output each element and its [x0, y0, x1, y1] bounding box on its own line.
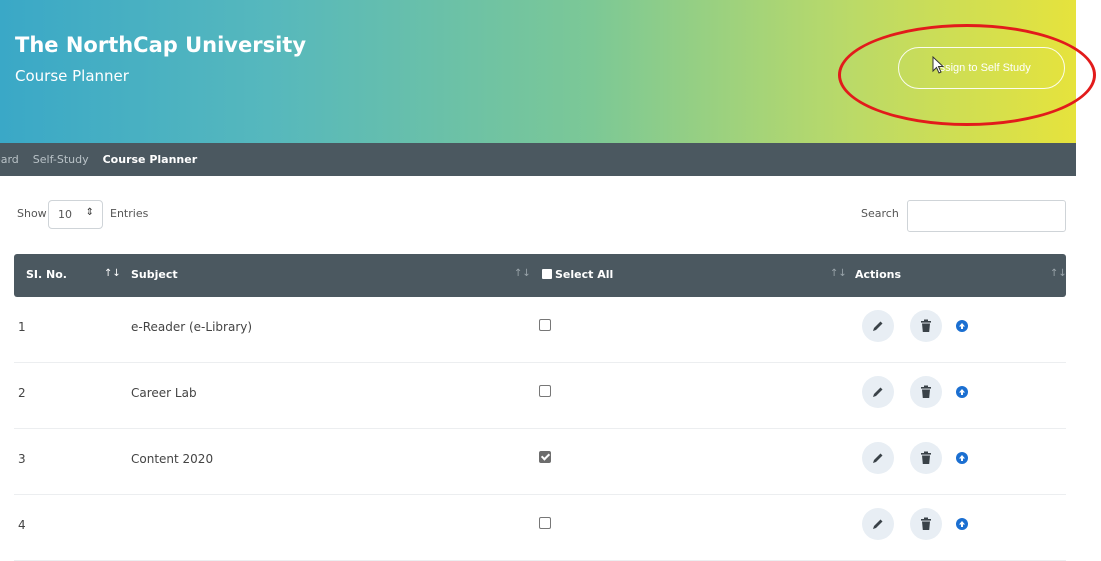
column-header-actions: Actions: [855, 268, 901, 281]
mouse-cursor-icon: [932, 56, 945, 74]
course-table: SI. No. ↑↓ Subject ↑↓ Select All ↑↓ Acti…: [14, 254, 1067, 561]
sort-icon[interactable]: ↑↓: [1050, 268, 1067, 279]
trash-icon: [921, 517, 931, 530]
edit-button[interactable]: [862, 508, 894, 540]
search-label: Search: [861, 207, 899, 220]
pencil-icon: [873, 453, 883, 463]
breadcrumb-course-planner: Course Planner: [102, 153, 198, 166]
row-select-checkbox[interactable]: [539, 385, 551, 397]
table-row: 3 Content 2020: [14, 429, 1066, 495]
delete-button[interactable]: [910, 310, 942, 342]
arrow-up-circle-icon: [959, 455, 965, 461]
delete-button[interactable]: [910, 442, 942, 474]
entries-select[interactable]: 10 ⇕: [48, 200, 103, 229]
table-row: 2 Career Lab: [14, 363, 1066, 429]
arrow-up-circle-icon: [959, 389, 965, 395]
search-input[interactable]: [907, 200, 1066, 232]
row-subject: e-Reader (e-Library): [131, 320, 253, 334]
table-body: 1 e-Reader (e-Library) 2 Career Lab 3 Content…: [14, 297, 1066, 561]
upload-button[interactable]: [956, 320, 968, 332]
row-subject: Content 2020: [131, 452, 214, 466]
arrow-up-circle-icon: [959, 521, 965, 527]
select-all-label: Select All: [555, 268, 614, 281]
breadcrumb: oard Self-Study Course Planner: [0, 143, 1076, 176]
select-all-checkbox[interactable]: [542, 269, 552, 279]
row-select-checkbox[interactable]: [539, 451, 551, 463]
select-arrows-icon: ⇕: [85, 207, 94, 218]
sort-icon[interactable]: ↑↓: [104, 268, 121, 279]
delete-button[interactable]: [910, 508, 942, 540]
breadcrumb-dashboard[interactable]: oard: [0, 153, 19, 166]
edit-button[interactable]: [862, 310, 894, 342]
table-header: SI. No. ↑↓ Subject ↑↓ Select All ↑↓ Acti…: [14, 254, 1067, 297]
breadcrumb-self-study[interactable]: Self-Study: [33, 153, 89, 166]
row-sl-no: 3: [18, 452, 26, 466]
table-row: 1 e-Reader (e-Library): [14, 297, 1066, 363]
app-header: The NorthCap University Course Planner A…: [0, 0, 1076, 143]
trash-icon: [921, 385, 931, 398]
university-title: The NorthCap University: [15, 33, 307, 57]
sort-icon[interactable]: ↑↓: [830, 268, 847, 279]
show-label: Show: [17, 207, 47, 220]
column-header-sl-no[interactable]: SI. No.: [26, 268, 67, 281]
pencil-icon: [873, 321, 883, 331]
table-row: 4: [14, 495, 1066, 561]
row-sl-no: 2: [18, 386, 26, 400]
row-sl-no: 1: [18, 320, 26, 334]
upload-button[interactable]: [956, 452, 968, 464]
edit-button[interactable]: [862, 442, 894, 474]
row-subject: Career Lab: [131, 386, 197, 400]
sort-icon[interactable]: ↑↓: [514, 268, 531, 279]
arrow-up-circle-icon: [959, 323, 965, 329]
column-header-subject[interactable]: Subject: [131, 268, 178, 281]
trash-icon: [921, 319, 931, 332]
pencil-icon: [873, 387, 883, 397]
upload-button[interactable]: [956, 386, 968, 398]
delete-button[interactable]: [910, 376, 942, 408]
edit-button[interactable]: [862, 376, 894, 408]
entries-value: 10: [58, 208, 72, 221]
entries-label: Entries: [110, 207, 149, 220]
pencil-icon: [873, 519, 883, 529]
page-subtitle: Course Planner: [15, 67, 129, 85]
row-sl-no: 4: [18, 518, 26, 532]
trash-icon: [921, 451, 931, 464]
row-select-checkbox[interactable]: [539, 517, 551, 529]
assign-to-self-study-button[interactable]: Assign to Self Study: [898, 47, 1065, 89]
table-controls: Show 10 ⇕ Entries Search: [0, 200, 1076, 232]
row-select-checkbox[interactable]: [539, 319, 551, 331]
select-all-header[interactable]: Select All: [542, 268, 613, 281]
